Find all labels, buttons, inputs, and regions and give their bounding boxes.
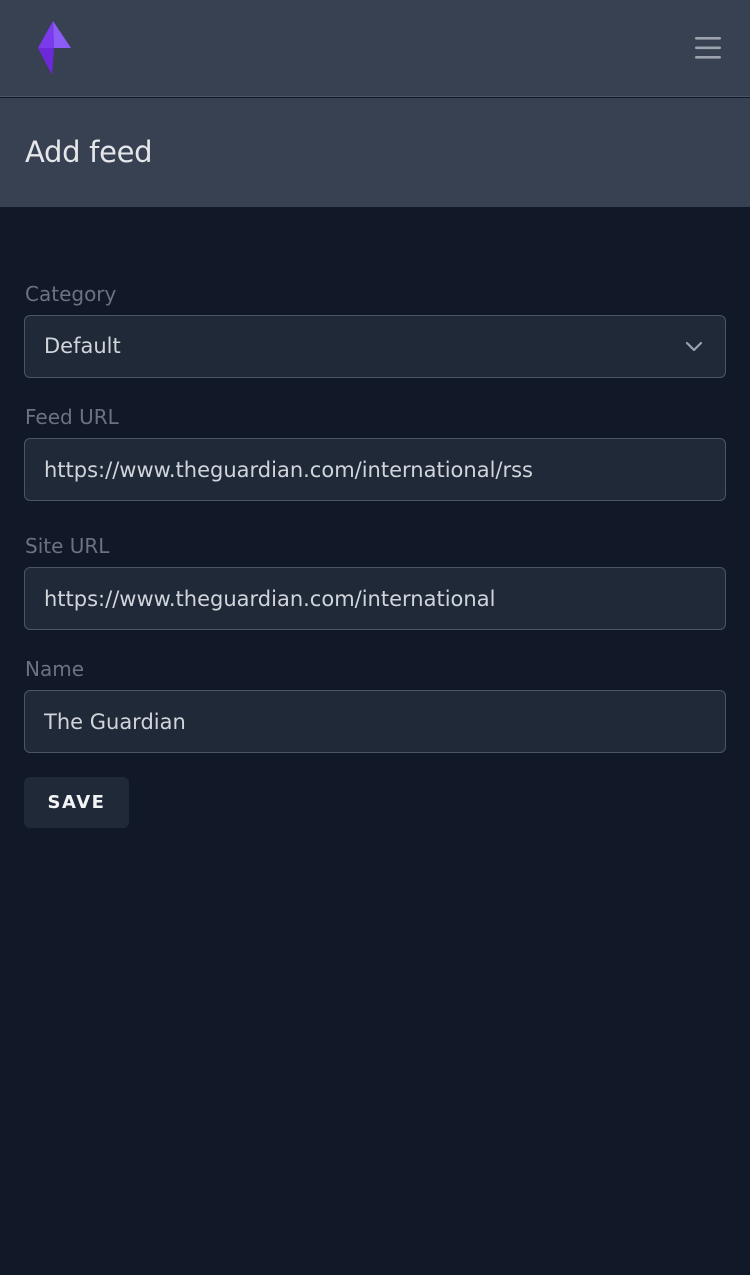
hamburger-menu-icon[interactable] — [690, 34, 726, 64]
category-selected-value: Default — [44, 334, 121, 358]
app-logo-icon[interactable] — [37, 21, 71, 75]
top-navigation-bar — [0, 0, 750, 97]
site-url-input[interactable] — [24, 567, 726, 630]
site-url-label: Site URL — [25, 534, 110, 558]
name-label: Name — [25, 657, 85, 681]
category-label: Category — [25, 282, 117, 306]
chevron-down-icon — [685, 341, 703, 352]
feed-url-input[interactable] — [24, 438, 726, 501]
feed-url-label: Feed URL — [25, 405, 119, 429]
name-input[interactable] — [24, 690, 726, 753]
category-select[interactable]: Default — [24, 315, 726, 378]
page-title: Add feed — [25, 135, 153, 169]
save-button[interactable]: SAVE — [24, 777, 129, 828]
